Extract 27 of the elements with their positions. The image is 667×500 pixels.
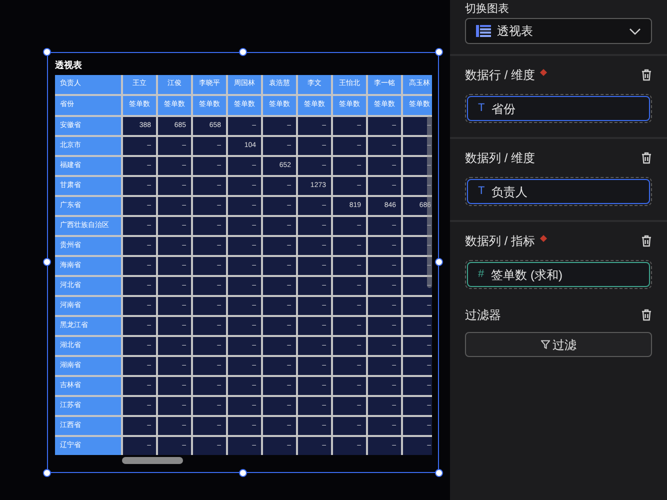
filter-button[interactable]: 过滤 [465,332,652,357]
resize-handle[interactable] [43,258,51,266]
resize-handle[interactable] [435,48,443,56]
resize-handle[interactable] [435,258,443,266]
trash-icon[interactable] [641,152,652,164]
resize-handle[interactable] [435,469,443,477]
field-chip[interactable]: T 省份 [467,96,650,121]
table-icon [476,25,491,37]
filter-icon [540,340,550,349]
section-title: 数据列 / 维度 [465,150,536,167]
section-title: 数据列 / 指标 [465,233,536,250]
resize-handle[interactable] [43,469,51,477]
trash-icon[interactable] [641,235,652,247]
widget-title: 透视表 [55,59,83,72]
field-chip[interactable]: # 签单数 (求和) [467,262,650,287]
trash-icon[interactable] [641,309,652,321]
resize-handle[interactable] [239,469,247,477]
chart-type-dropdown[interactable]: 透视表 [465,18,652,44]
resize-handle[interactable] [43,48,51,56]
chevron-down-icon [629,28,641,34]
horizontal-scrollbar[interactable] [122,457,183,464]
section-title: 过滤器 [465,307,501,324]
section-label: 切换图表 [465,2,510,16]
section-title: 数据行 / 维度 [465,67,536,84]
field-chip[interactable]: T 负责人 [467,179,650,204]
trash-icon[interactable] [641,69,652,81]
resize-handle[interactable] [239,48,247,56]
